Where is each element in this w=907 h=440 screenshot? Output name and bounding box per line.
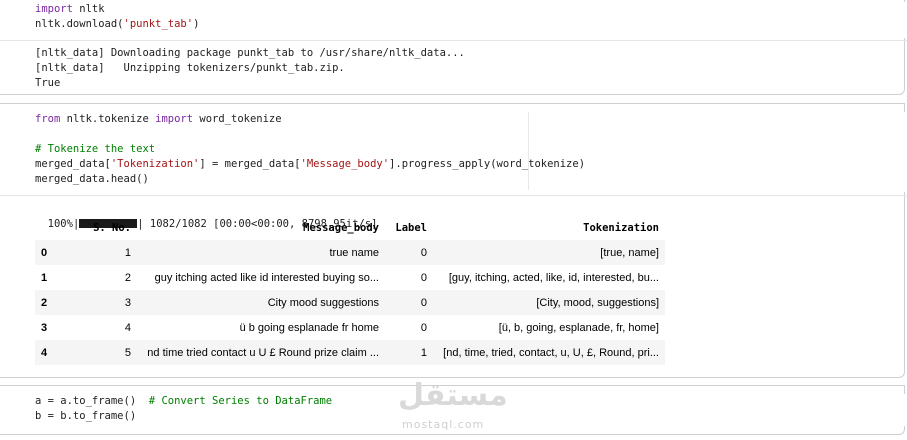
code-token: # Tokenize the text [35,143,156,155]
watermark-logo: مستقل [398,378,508,413]
dataframe-table: S. No. Message_body Label Tokenization 0 1 tr… [35,216,665,365]
watermark-url: mostaql.com [402,418,485,431]
row-index: 4 [35,340,75,365]
cell-1-output: [nltk_data] Downloading package punkt_ta… [35,46,465,91]
code-token: word_tokenize [193,113,282,125]
table-cell: true name [137,240,385,265]
table-row: 1 2 guy itching acted like id interested b… [35,265,665,290]
code-ruler [528,112,529,190]
column-header: Message_body [303,222,379,234]
code-token: # Convert Series to DataFrame [148,395,333,407]
code-token: merged_data.head() [35,173,149,185]
code-token: nltk.tokenize [60,113,156,125]
table-cell: ü b going esplanade fr home [239,321,379,334]
code-token: b = b.to_frame() [35,410,137,422]
cell-1-code-lines[interactable]: import nltk nltk.download('punkt_tab') [35,2,199,32]
table-row: 3 4 ü b going esplanade fr home 0 [ü, b, goi… [35,315,665,340]
row-index: 1 [41,271,48,284]
table-cell: [nd, time, tried, contact, u, U, £, Roun… [433,340,665,365]
table-cell: City mood suggestions [137,290,385,315]
cell-2-code-lines[interactable]: from nltk.tokenize import word_tokenize #… [35,112,585,187]
table-cell: [ü, b, going, esplanade, fr, home] [498,321,659,334]
table-cell: 4 [124,321,131,334]
code-token: from [35,113,61,125]
output-line: [nltk_data] Downloading package punkt_ta… [35,47,465,59]
cell-3-code-line[interactable]: a = a.to_frame() # Convert Series to Dat… [35,394,332,409]
table-cell: 1 [385,340,433,365]
table-header-row: S. No. Message_body Label Tokenization [35,216,665,240]
code-token: 'punkt_tab' [123,18,194,30]
column-header: S. No. [93,222,131,234]
table-cell: nd time tried contact u U £ Round prize … [137,340,385,365]
table-cell: 3 [75,290,137,315]
table-row: 4 5nd time tried contact u U £ Round priz… [35,340,665,365]
code-token: a = a.to_frame() [35,395,149,407]
table-cell: [true, name] [433,240,665,265]
cell-2-code-line[interactable]: merged_data['Tokenization'] = merged_dat… [35,157,585,172]
cell-1-code[interactable]: import nltk nltk.download('punkt_tab') [0,2,907,38]
row-index: 0 [35,240,75,265]
table-cell: 0 [420,321,427,334]
cell-2-separator [0,195,907,196]
cell-2-code-line[interactable]: merged_data.head() [35,172,585,187]
output-line: True [35,77,61,89]
code-token: nltk.download( [35,18,124,30]
cell-1-separator [0,40,907,41]
cell-2-code-line[interactable]: # Tokenize the text [35,142,585,157]
output-line: [nltk_data] Unzipping tokenizers/punkt_t… [35,62,345,74]
code-token: merged_data[ [35,158,111,170]
row-index: 2 [35,290,75,315]
cell-3-code-line[interactable]: b = b.to_frame() [35,409,332,424]
table-cell: 0 [420,271,427,284]
code-token: 'Tokenization' [110,158,200,170]
table-row: 0 1 true name 0 [true, name] [35,240,665,265]
cell-1-code-line[interactable]: import nltk [35,2,199,17]
column-header: Label [395,222,427,234]
cell-1-code-line[interactable]: nltk.download('punkt_tab') [35,17,199,32]
cell-2-code-line[interactable]: from nltk.tokenize import word_tokenize [35,112,585,127]
cell-2-code[interactable]: from nltk.tokenize import word_tokenize #… [0,112,907,192]
cell-3-code-lines[interactable]: a = a.to_frame() # Convert Series to Dat… [35,394,332,424]
column-header: Tokenization [583,222,659,234]
code-token: ] = merged_data[ [199,158,301,170]
code-token: ].progress_apply(word_tokenize) [389,158,586,170]
code-token: nltk [72,3,105,15]
code-token: 'Message_body' [300,158,390,170]
code-token: import [35,3,73,15]
table-cell: 1 [75,240,137,265]
row-index: 3 [41,321,48,334]
table-cell: guy itching acted like id interested buy… [154,271,379,284]
table-row: 2 3 City mood suggestions 0 [City, mood, sug… [35,290,665,315]
table-cell: 0 [385,240,433,265]
table-cell: [City, mood, suggestions] [433,290,665,315]
table-cell: 0 [385,290,433,315]
cell-2-code-line[interactable] [35,127,585,142]
watermark: مستقل mostaql.com [398,378,508,431]
column-header [35,216,75,240]
table-cell: 5 [75,340,137,365]
table-cell: 2 [124,271,131,284]
code-token: import [155,113,194,125]
code-token: ) [193,18,200,30]
table-cell: [guy, itching, acted, like, id, interest… [448,271,659,284]
